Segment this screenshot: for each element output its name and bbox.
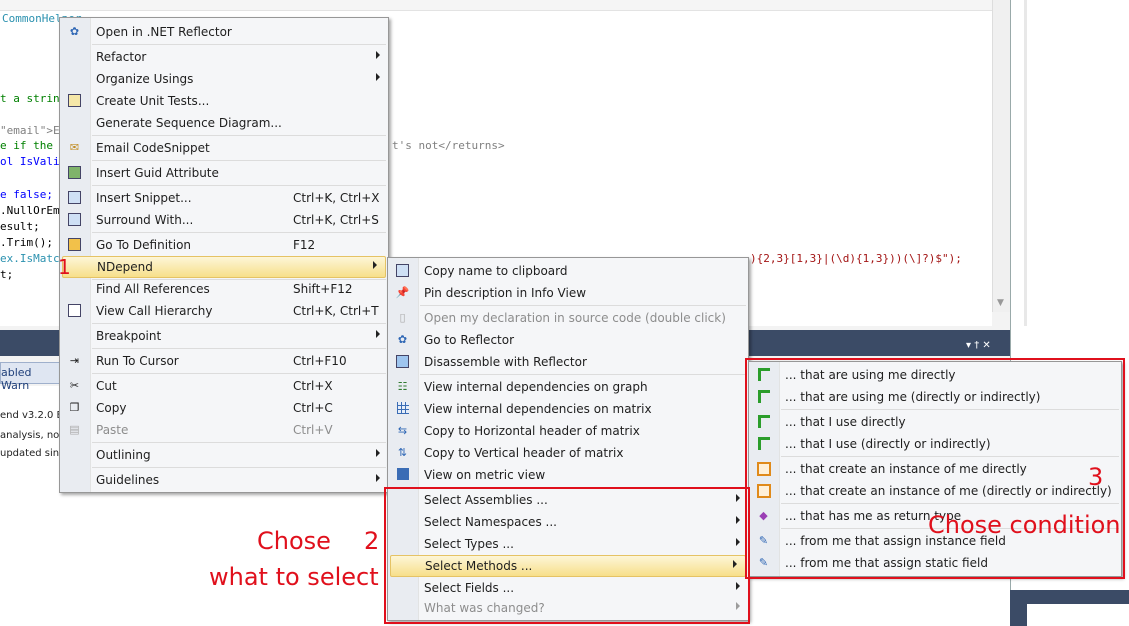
menu-item-metric-view[interactable]: View on metric view [388,464,748,486]
menu-item-insert-snippet[interactable]: Insert Snippet... Ctrl+K, Ctrl+X [60,187,388,209]
menu-item-go-to-definition[interactable]: Go To Definition F12 [60,234,388,256]
code-fragment: t's not</returns> [392,139,505,152]
cut-icon: ✂ [69,379,80,392]
snippet-icon [67,191,82,205]
menu-item-dependencies-graph[interactable]: ☷ View internal dependencies on graph [388,376,748,398]
menu-item-disassemble[interactable]: Disassemble with Reflector [388,351,748,373]
reflector-icon: ✿ [69,25,80,38]
output-line: analysis, no c [0,430,68,441]
clipboard-icon [395,264,410,278]
paste-icon: ▤ [69,423,80,436]
menu-item-cut[interactable]: ✂ Cut Ctrl+X [60,375,388,397]
code-line: t a strin [0,92,60,105]
output-line: updated sin [0,448,60,459]
metric-view-icon [395,468,410,482]
step-1-label: 1 [58,255,71,279]
code-line: t; [0,268,14,281]
horizontal-header-icon: ⇆ [397,424,408,437]
menu-item-email-codesnippet[interactable]: ✉ Email CodeSnippet [60,137,388,159]
right-pane-divider [1024,0,1027,326]
code-line: .Trim(); [0,236,53,249]
menu-item-organize-usings[interactable]: Organize Usings [60,68,388,90]
step-3-label: 3 [1088,463,1104,491]
submenu-arrow-icon [376,73,380,81]
menu-item-copy-vertical-header[interactable]: ⇅ Copy to Vertical header of matrix [388,442,748,464]
disassemble-icon [395,355,410,369]
document-icon: ▯ [399,311,406,324]
surround-icon [67,213,82,227]
menu-item-surround-with[interactable]: Surround With... Ctrl+K, Ctrl+S [60,209,388,231]
condition-highlight-box [745,358,1125,579]
menu-item-dependencies-matrix[interactable]: View internal dependencies on matrix [388,398,748,420]
hierarchy-icon [67,304,82,318]
code-line: e false; [0,188,53,201]
code-line: e if the [0,139,53,152]
panel-pin-icon[interactable]: ▾ † ✕ [966,340,991,351]
chose-label: Chose [257,527,331,555]
code-fragment: ){2,3}[1,3}|(\d){1,3}))(\]?)$"); [750,252,962,265]
menu-item-run-to-cursor[interactable]: ⇥ Run To Cursor Ctrl+F10 [60,350,388,372]
menu-item-view-call-hierarchy[interactable]: View Call Hierarchy Ctrl+K, Ctrl+T [60,300,388,322]
menu-item-find-all-references[interactable]: Find All References Shift+F12 [60,278,388,300]
definition-icon [67,238,82,252]
menu-item-open-declaration: ▯ Open my declaration in source code (do… [388,307,748,329]
matrix-icon [395,402,410,416]
submenu-arrow-icon [376,474,380,482]
menu-item-insert-guid-attribute[interactable]: Insert Guid Attribute [60,162,388,184]
graph-icon: ☷ [397,380,408,393]
code-line: ol IsVali [0,155,60,168]
submenu-arrow-icon [373,261,377,269]
warnings-tab[interactable]: abled Warn [0,362,62,392]
chose-condition-label: Chose condition [928,511,1121,539]
menu-item-generate-sequence-diagram[interactable]: Generate Sequence Diagram... [60,112,388,134]
run-cursor-icon: ⇥ [69,354,80,367]
code-line: ex.IsMatc [0,252,60,265]
menu-item-copy-name[interactable]: Copy name to clipboard [388,260,748,282]
menu-item-outlining[interactable]: Outlining [60,444,388,466]
select-highlight-box [384,487,750,624]
scroll-down-arrow-icon[interactable]: ▼ [997,298,1004,308]
menu-item-ndepend[interactable]: NDepend [62,256,386,278]
right-pane-footer-box [1027,604,1129,626]
code-line: .NullOrEm [0,204,60,217]
menu-item-paste: ▤ Paste Ctrl+V [60,419,388,441]
editor-context-menu: ✿ Open in .NET Reflector Refactor Organi… [59,17,389,493]
output-line: end v3.2.0 E [0,410,63,421]
unit-test-icon [67,94,82,108]
menu-item-pin-description[interactable]: 📌 Pin description in Info View [388,282,748,304]
pin-icon: 📌 [395,286,410,299]
warnings-tab-label: abled Warn [1,366,32,392]
step-2-label: 2 [364,527,380,555]
menu-item-go-to-reflector[interactable]: ✿ Go to Reflector [388,329,748,351]
menu-item-refactor[interactable]: Refactor [60,46,388,68]
menu-item-open-in-reflector[interactable]: ✿ Open in .NET Reflector [60,21,388,43]
editor-tab-strip [0,0,992,11]
menu-item-create-unit-tests[interactable]: Create Unit Tests... [60,90,388,112]
what-to-select-label: what to select [209,563,379,591]
menu-item-guidelines[interactable]: Guidelines [60,469,388,491]
guid-icon [67,166,82,180]
reflector-icon: ✿ [397,333,408,346]
code-line: "email">E [0,124,60,137]
menu-item-copy-horizontal-header[interactable]: ⇆ Copy to Horizontal header of matrix [388,420,748,442]
copy-icon: ❐ [69,401,80,414]
code-line: esult; [0,220,40,233]
submenu-arrow-icon [376,330,380,338]
menu-item-copy[interactable]: ❐ Copy Ctrl+C [60,397,388,419]
submenu-arrow-icon [376,51,380,59]
email-icon: ✉ [69,141,80,154]
menu-item-breakpoint[interactable]: Breakpoint [60,325,388,347]
vertical-scrollbar[interactable]: ▼ [992,0,1010,312]
submenu-arrow-icon [376,449,380,457]
vertical-header-icon: ⇅ [397,446,408,459]
